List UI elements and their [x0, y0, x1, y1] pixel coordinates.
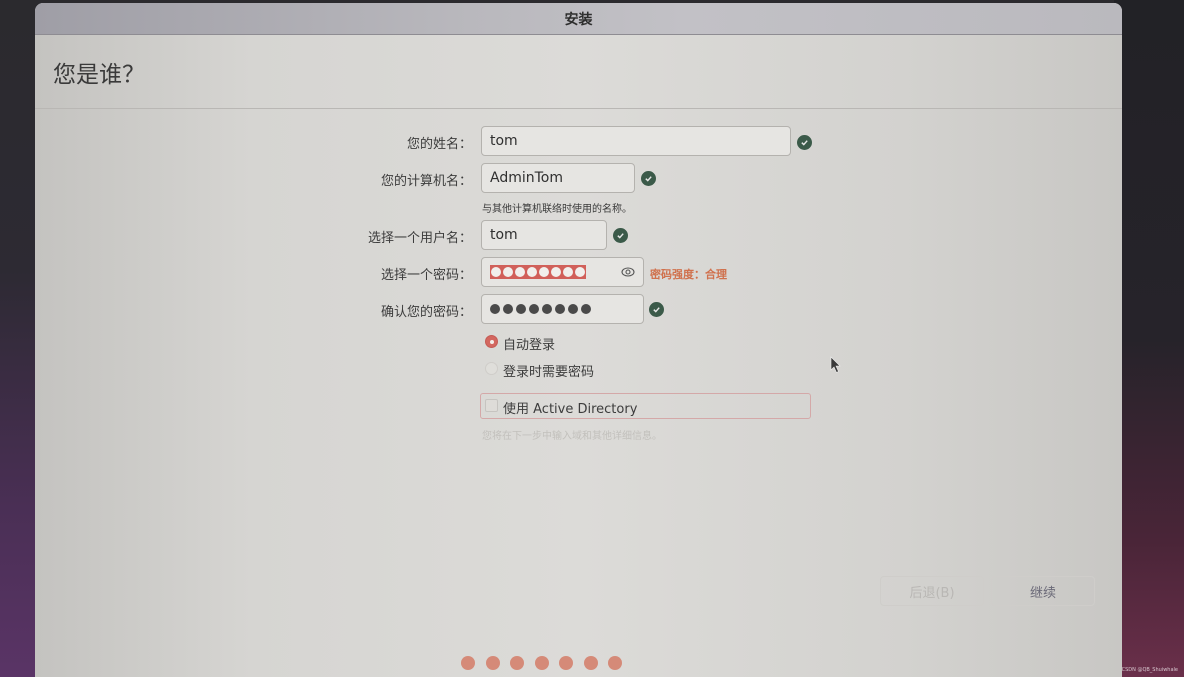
mouse-cursor-icon: [830, 356, 842, 378]
password-strength: 密码强度：合理: [650, 268, 727, 281]
computer-name-input[interactable]: AdminTom: [481, 163, 635, 193]
username-valid-icon: [613, 228, 628, 243]
active-directory-checkbox[interactable]: [485, 399, 498, 412]
name-valid-icon: [797, 135, 812, 150]
computer-name-value: AdminTom: [490, 170, 563, 186]
confirm-password-label: 确认您的密码：: [380, 305, 472, 320]
eye-icon[interactable]: [621, 265, 635, 283]
progress-indicator: [461, 656, 622, 670]
name-label: 您的姓名：: [406, 137, 472, 152]
progress-dot: [510, 656, 524, 670]
require-password-radio[interactable]: [485, 362, 498, 375]
continue-button[interactable]: 继续: [991, 576, 1095, 606]
progress-dot: [534, 656, 549, 670]
window-title: 安装: [564, 11, 593, 28]
active-directory-hint: 您将在下一步中输入域和其他详细信息。: [482, 431, 662, 442]
page-header: 您是谁？: [35, 35, 1122, 109]
computer-name-hint: 与其他计算机联络时使用的名称。: [482, 204, 632, 215]
confirm-password-valid-icon: [649, 302, 664, 317]
auto-login-label[interactable]: 自动登录: [503, 334, 555, 353]
auto-login-radio[interactable]: [485, 335, 498, 348]
username-input[interactable]: tom: [481, 220, 607, 250]
confirm-password-masked: [490, 304, 591, 314]
desktop-background-right: [1114, 0, 1184, 677]
progress-dot: [583, 656, 598, 670]
name-input[interactable]: tom: [481, 126, 791, 156]
watermark: CSDN @QB_Shuiwhale: [1121, 667, 1178, 673]
username-label: 选择一个用户名：: [367, 231, 472, 246]
username-value: tom: [490, 227, 518, 243]
page-title: 您是谁？: [53, 61, 145, 88]
require-password-label[interactable]: 登录时需要密码: [503, 361, 594, 380]
password-masked-selected: [490, 265, 586, 279]
progress-dot: [559, 656, 573, 670]
active-directory-label[interactable]: 使用 Active Directory: [503, 398, 637, 417]
progress-dot: [485, 656, 500, 670]
progress-dot: [608, 656, 622, 670]
password-label: 选择一个密码：: [380, 268, 472, 283]
computer-name-label: 您的计算机名：: [380, 174, 472, 189]
back-button[interactable]: 后退(B): [880, 576, 984, 606]
confirm-password-input[interactable]: [481, 294, 644, 324]
name-value: tom: [490, 133, 518, 149]
computer-name-valid-icon: [641, 171, 656, 186]
title-bar: 安装: [35, 3, 1122, 35]
progress-dot: [461, 656, 475, 670]
installer-window: 安装 您是谁？ 您的姓名： tom 您的计算机名： AdminTom 与其他计算…: [35, 3, 1122, 677]
password-input[interactable]: [481, 257, 644, 287]
